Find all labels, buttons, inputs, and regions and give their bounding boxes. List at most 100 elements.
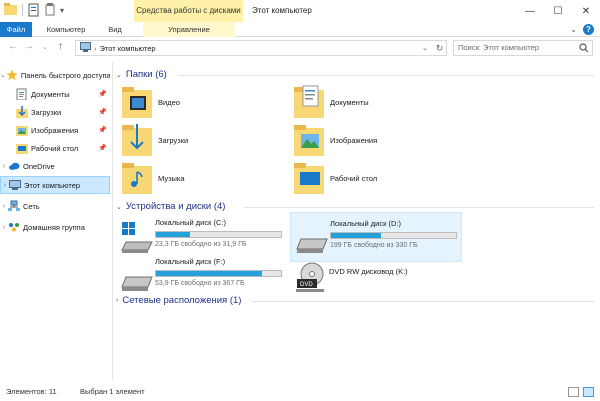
- nav-documents[interactable]: Документы 📌: [0, 85, 110, 103]
- search-icon: [579, 43, 589, 53]
- folder-label: Рабочий стол: [330, 173, 378, 183]
- group-chevron-icon[interactable]: ›: [116, 297, 118, 304]
- pin-icon[interactable]: 📌: [98, 90, 107, 98]
- drive-usage-fill: [156, 271, 263, 276]
- properties-icon[interactable]: [28, 3, 41, 17]
- downloads-folder-icon: [122, 122, 154, 158]
- back-arrow-icon[interactable]: ←: [8, 41, 18, 52]
- ribbon-tabs: Файл Компьютер Вид Управление ⌄ ?: [0, 22, 600, 37]
- pane-divider[interactable]: [112, 62, 113, 380]
- nav-label: Панель быстрого доступа: [20, 70, 110, 80]
- folder-label: Документы: [330, 97, 369, 107]
- pin-icon[interactable]: 📌: [98, 126, 107, 134]
- pin-icon[interactable]: 📌: [98, 144, 107, 152]
- folder-documents[interactable]: Документы: [294, 84, 369, 120]
- group-header-devices[interactable]: ⌄ Устройства и диски (4): [116, 201, 594, 212]
- context-tab-title: Средства работы с дисками: [134, 0, 243, 22]
- breadcrumb-path[interactable]: Этот компьютер: [100, 44, 423, 53]
- details-view-icon[interactable]: [568, 387, 579, 397]
- svg-text:DVD: DVD: [300, 282, 313, 288]
- ribbon-controls: ⌄ ?: [570, 24, 594, 35]
- address-bar[interactable]: › Этот компьютер ⌄ ↻: [75, 40, 447, 56]
- navigation-pane: ⌄ Панель быстрого доступа Документы 📌 За…: [0, 62, 110, 382]
- group-title: Папки (6): [125, 69, 167, 80]
- group-header-network-locations[interactable]: › Сетевые расположения (1): [116, 295, 594, 306]
- drive-name: Локальный диск (D:): [330, 219, 401, 228]
- tab-computer[interactable]: Компьютер: [40, 22, 92, 37]
- group-title: Сетевые расположения (1): [122, 295, 242, 306]
- tab-view[interactable]: Вид: [100, 22, 130, 37]
- desktop-icon: [16, 142, 28, 154]
- documents-folder-icon: [294, 84, 326, 120]
- drive-usage-bar: [330, 232, 457, 239]
- nav-network[interactable]: › Сеть: [0, 197, 110, 215]
- nav-label: OneDrive: [23, 161, 55, 171]
- documents-icon: [16, 88, 28, 101]
- nav-label: Домашняя группа: [23, 222, 85, 232]
- refresh-icon[interactable]: ↻: [433, 43, 446, 54]
- nav-pictures[interactable]: Изображения 📌: [0, 121, 110, 139]
- new-folder-icon[interactable]: [44, 3, 57, 17]
- expand-chevron-icon[interactable]: ›: [0, 163, 8, 170]
- nav-label: Рабочий стол: [31, 143, 79, 153]
- close-button[interactable]: ✕: [572, 0, 600, 22]
- dvd-drive-icon: DVD: [294, 259, 330, 295]
- group-title: Устройства и диски (4): [125, 201, 226, 212]
- drive-usage-fill: [156, 232, 190, 237]
- hard-drive-icon: [120, 259, 156, 295]
- breadcrumb-chevron-icon[interactable]: ›: [94, 44, 97, 53]
- homegroup-icon: [8, 221, 20, 233]
- expand-chevron-icon[interactable]: ›: [1, 182, 9, 189]
- desktop-folder-icon: [294, 160, 326, 196]
- forward-arrow-icon[interactable]: →: [24, 41, 34, 52]
- group-header-folders[interactable]: ⌄ Папки (6): [116, 69, 594, 80]
- tiles-view-icon[interactable]: [583, 387, 594, 397]
- group-divider: [252, 301, 594, 302]
- status-bar: Элементов: 11 Выбран 1 элемент: [0, 384, 600, 401]
- folder-desktop[interactable]: Рабочий стол: [294, 160, 377, 196]
- nav-this-pc[interactable]: › Этот компьютер: [0, 176, 110, 194]
- tab-file[interactable]: Файл: [0, 22, 32, 37]
- star-icon: [6, 69, 18, 81]
- toolbar-divider: [22, 4, 23, 16]
- pin-icon[interactable]: 📌: [98, 108, 107, 116]
- drive-usage-bar: [155, 270, 282, 277]
- folder-video[interactable]: Видео: [122, 84, 180, 120]
- search-input[interactable]: Поиск: Этот компьютер: [453, 40, 593, 56]
- pictures-icon: [16, 124, 28, 136]
- nav-homegroup[interactable]: › Домашняя группа: [0, 218, 110, 236]
- search-placeholder: Поиск: Этот компьютер: [458, 43, 540, 52]
- nav-onedrive[interactable]: › OneDrive: [0, 157, 110, 175]
- drive-f[interactable]: Локальный диск (F:) 53,9 ГБ свободно из …: [116, 251, 288, 301]
- address-history-dropdown[interactable]: ⌄: [422, 44, 433, 52]
- computer-icon: [9, 179, 21, 191]
- title-bar: ▾ Средства работы с дисками Этот компьют…: [0, 0, 600, 22]
- drive-name: Локальный диск (C:): [155, 218, 226, 227]
- nav-desktop[interactable]: Рабочий стол 📌: [0, 139, 110, 157]
- folder-downloads[interactable]: Загрузки: [122, 122, 188, 158]
- help-icon[interactable]: ?: [583, 24, 594, 35]
- drive-free-space: 23,3 ГБ свободно из 31,9 ГБ: [155, 241, 247, 248]
- folder-pictures[interactable]: Изображения: [294, 122, 377, 158]
- quick-access-toolbar: ▾: [4, 3, 64, 17]
- expand-chevron-icon[interactable]: ›: [0, 203, 8, 210]
- address-toolbar: ← → ⌄ ↑ › Этот компьютер ⌄ ↻ Поиск: Этот…: [0, 37, 600, 59]
- expand-ribbon-icon[interactable]: ⌄: [570, 25, 577, 34]
- group-chevron-icon[interactable]: ⌄: [116, 71, 122, 79]
- customize-toolbar-dropdown[interactable]: ▾: [60, 6, 64, 15]
- group-chevron-icon[interactable]: ⌄: [116, 203, 122, 211]
- window-title: Этот компьютер: [252, 6, 312, 15]
- recent-locations-icon[interactable]: ⌄: [42, 43, 48, 51]
- folder-music[interactable]: Музыка: [122, 160, 185, 196]
- group-divider: [178, 75, 594, 76]
- downloads-icon: [16, 106, 28, 118]
- nav-quick-access[interactable]: ⌄ Панель быстрого доступа: [0, 66, 110, 84]
- drive-k[interactable]: DVD DVD RW дисковод (K:): [290, 251, 462, 301]
- nav-downloads[interactable]: Загрузки 📌: [0, 103, 110, 121]
- expand-chevron-icon[interactable]: ›: [0, 224, 8, 231]
- tab-manage[interactable]: Управление: [143, 22, 235, 37]
- maximize-button[interactable]: ☐: [544, 0, 572, 22]
- folder-app-icon[interactable]: [4, 3, 17, 17]
- minimize-button[interactable]: —: [516, 0, 544, 22]
- up-arrow-icon[interactable]: ↑: [58, 41, 63, 52]
